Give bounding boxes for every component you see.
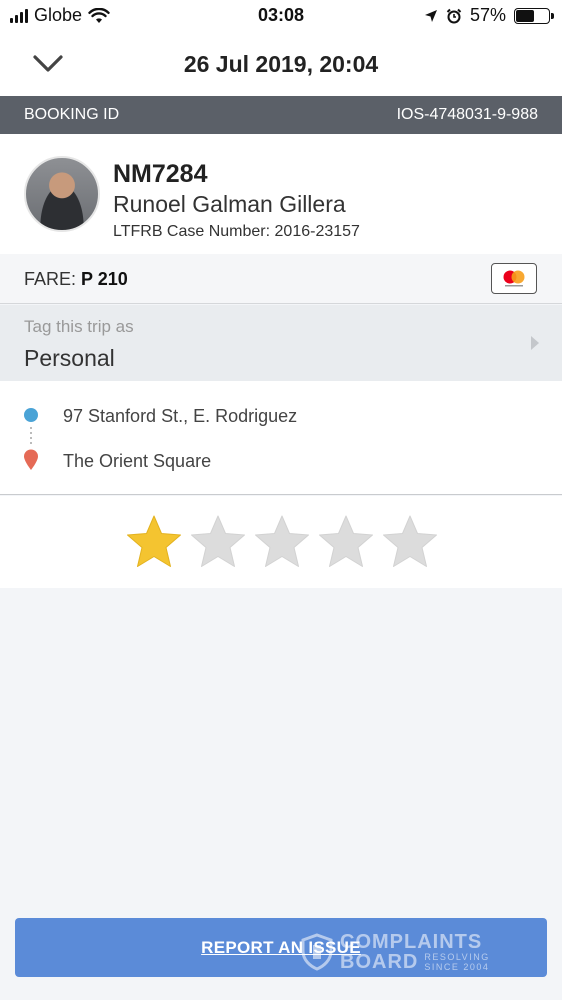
report-issue-button[interactable]: REPORT AN ISSUE: [15, 918, 547, 977]
route-line: [30, 427, 32, 445]
booking-id-bar: BOOKING ID IOS-4748031-9-988: [0, 96, 562, 134]
status-bar: Globe 03:08 57%: [0, 0, 562, 32]
report-issue-label: REPORT AN ISSUE: [201, 938, 361, 957]
alarm-icon: [446, 8, 462, 23]
dropoff-pin-icon: [24, 449, 38, 470]
driver-avatar: [24, 156, 100, 232]
battery-fill: [516, 9, 535, 22]
tag-trip-selector[interactable]: Tag this trip as Personal: [0, 305, 562, 381]
driver-name: Runoel Galman Gillera: [113, 191, 346, 217]
tag-label: Tag this trip as: [24, 317, 134, 336]
header: 26 Jul 2019, 20:04: [0, 32, 562, 96]
fare-label: FARE:: [24, 269, 77, 289]
tag-value: Personal: [24, 345, 115, 371]
booking-id-label: BOOKING ID: [24, 106, 120, 123]
status-right: 57%: [424, 5, 554, 26]
fare-text: FARE: P 210: [24, 269, 128, 290]
driver-card: NM7284 Runoel Galman Gillera LTFRB Case …: [0, 134, 562, 254]
fare-row: FARE: P 210: [0, 254, 562, 304]
star-1-icon[interactable]: [125, 514, 183, 570]
battery-percent: 57%: [469, 5, 506, 25]
pickup-address: 97 Stanford St., E. Rodriguez: [63, 406, 298, 426]
pickup-dot-icon: [24, 408, 38, 422]
page-title: 26 Jul 2019, 20:04: [183, 51, 379, 77]
vehicle-plate: NM7284: [113, 160, 208, 188]
case-number: LTFRB Case Number: 2016-23157: [113, 223, 360, 240]
rating-section: [0, 496, 562, 588]
dropoff-address: The Orient Square: [63, 451, 212, 471]
fare-amount: P 210: [81, 269, 128, 289]
star-4-icon[interactable]: [317, 514, 375, 570]
payment-method-button[interactable]: [491, 263, 537, 294]
route-section: 97 Stanford St., E. Rodriguez The Orient…: [0, 381, 562, 495]
booking-id-value: IOS-4748031-9-988: [396, 106, 538, 123]
star-rating: [125, 514, 439, 570]
chevron-right-icon: [531, 336, 539, 350]
battery-icon: [514, 7, 554, 24]
star-2-icon[interactable]: [189, 514, 247, 570]
star-3-icon[interactable]: [253, 514, 311, 570]
location-arrow-icon: [424, 9, 437, 22]
star-5-icon[interactable]: [381, 514, 439, 570]
mastercard-icon: [503, 270, 525, 286]
